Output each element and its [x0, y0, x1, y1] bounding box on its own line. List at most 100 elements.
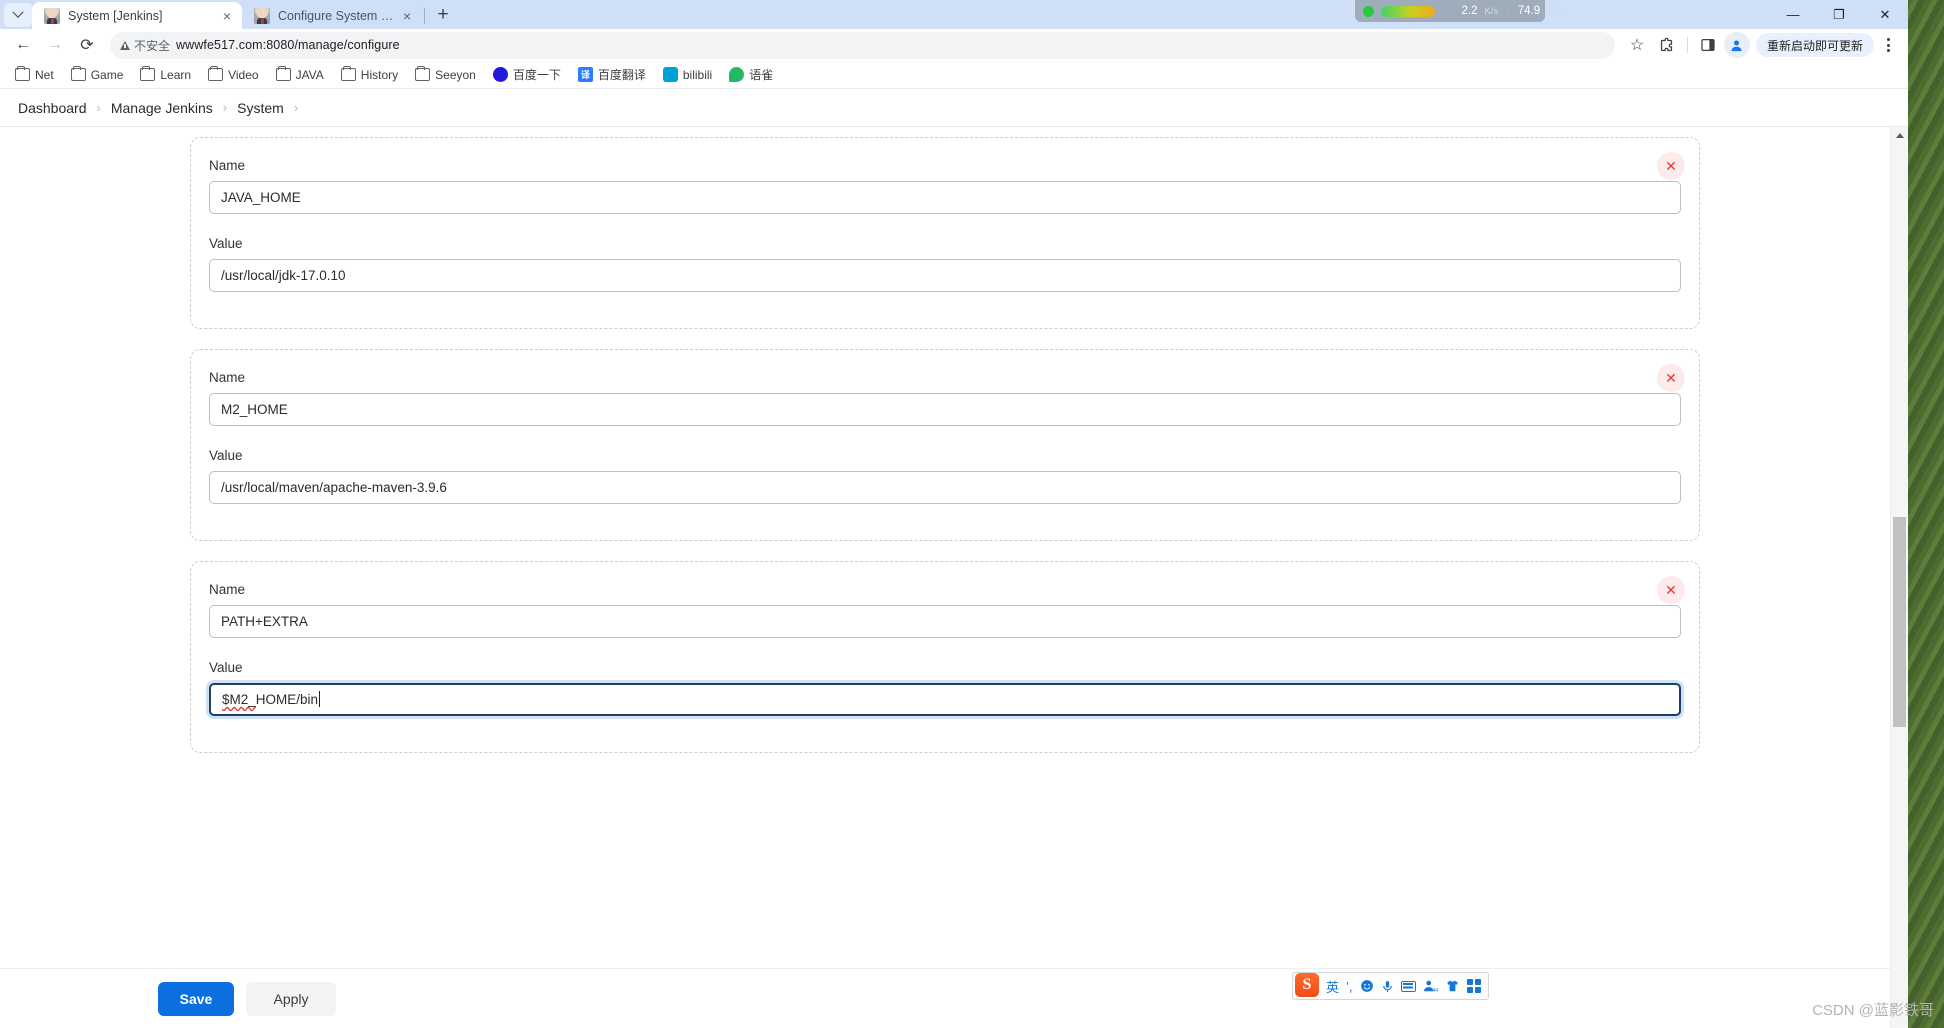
bookmark-history[interactable]: History: [334, 65, 405, 85]
minimize-button[interactable]: —: [1770, 0, 1816, 29]
tab-system-jenkins[interactable]: System [Jenkins] ×: [32, 2, 242, 29]
reload-button[interactable]: ⟳: [72, 30, 102, 60]
breadcrumb-manage-jenkins[interactable]: Manage Jenkins: [111, 100, 213, 116]
url-text: wwwfe517.com:8080/manage/configure: [176, 38, 400, 52]
bookmark-label: 百度一下: [512, 68, 561, 82]
folder-icon: [15, 65, 30, 81]
bookmark-net[interactable]: Net: [8, 65, 61, 85]
address-bar[interactable]: 不安全 wwwfe517.com:8080/manage/configure: [110, 31, 1615, 59]
tab-configure-system-jenkins[interactable]: Configure System [Jenkins] ×: [242, 2, 422, 29]
warning-triangle-icon: [120, 40, 130, 50]
jenkins-favicon: [44, 7, 60, 24]
bookmark-seeyon[interactable]: Seeyon: [408, 65, 483, 85]
bookmark-baidu[interactable]: 百度一下: [486, 63, 568, 86]
folder-icon: [140, 65, 156, 81]
bookmarks-bar: Net Game Learn Video JAVA History Seeyon: [0, 61, 1908, 89]
value-field-label: Value: [209, 236, 243, 251]
bookmark-label: bilibili: [682, 67, 713, 82]
apply-button[interactable]: Apply: [246, 981, 336, 1016]
update-button[interactable]: 重新启动即可更新: [1755, 33, 1874, 57]
profile-avatar[interactable]: [1723, 32, 1750, 58]
delete-entry-button[interactable]: ✕: [1657, 576, 1685, 604]
toolbox-icon[interactable]: [1466, 979, 1481, 993]
name-input[interactable]: JAVA_HOME: [209, 181, 1681, 214]
value-input[interactable]: /usr/local/maven/apache-maven-3.9.6: [209, 471, 1681, 504]
microphone-icon[interactable]: [1381, 979, 1394, 994]
bookmark-baidu-translate[interactable]: 译 百度翻译: [571, 63, 653, 86]
download-speed-unit: K/s: [1547, 5, 1561, 17]
extensions-icon[interactable]: [1653, 31, 1681, 59]
yuque-icon: [729, 67, 745, 82]
bookmark-label: Seeyon: [435, 67, 476, 82]
folder-icon: [275, 65, 291, 81]
emoji-icon[interactable]: [1360, 979, 1374, 993]
close-window-button[interactable]: ✕: [1862, 0, 1908, 29]
browser-toolbar: ← → ⟳ 不安全 wwwfe517.com:8080/manage/confi…: [0, 29, 1908, 61]
skin-icon[interactable]: [1445, 979, 1460, 993]
folder-icon: [415, 65, 431, 81]
jenkins-page: Dashboard › Manage Jenkins › System › ✕ …: [0, 89, 1908, 1028]
new-tab-button[interactable]: +: [430, 2, 456, 28]
browser-menu-icon[interactable]: [1876, 31, 1900, 59]
upload-arrow-icon: ↑: [1449, 5, 1455, 17]
save-button[interactable]: Save: [158, 981, 234, 1016]
breadcrumb-dashboard[interactable]: Dashboard: [18, 100, 87, 116]
env-variables-list: ✕ Name JAVA_HOME Value /usr/local/jdk-17…: [0, 127, 1890, 753]
tab-search-button[interactable]: [4, 3, 32, 27]
bookmark-label: 语雀: [749, 68, 774, 82]
restore-button[interactable]: ❐: [1816, 0, 1862, 29]
bookmark-learn[interactable]: Learn: [133, 65, 198, 85]
delete-entry-button[interactable]: ✕: [1657, 152, 1685, 180]
page-scrollbar[interactable]: [1890, 127, 1908, 1028]
sogou-logo-icon[interactable]: S: [1295, 972, 1319, 997]
misspelled-text: $M2_: [222, 692, 256, 707]
chevron-down-icon: [12, 6, 24, 18]
scrollbar-thumb[interactable]: [1893, 517, 1906, 727]
bookmark-label: Game: [90, 67, 124, 82]
tab-title: Configure System [Jenkins]: [278, 8, 394, 23]
network-speed-monitor[interactable]: ↑ 2.2 K/s ↓ 74.9 K/s: [1355, 0, 1561, 22]
value-input-focused[interactable]: $M2_HOME/bin: [209, 683, 1681, 716]
sogou-ime-toolbar: S 英 ’, 44: [1292, 972, 1489, 1000]
name-input[interactable]: M2_HOME: [209, 393, 1681, 426]
user-icon[interactable]: 44: [1423, 979, 1438, 993]
folder-icon: [70, 65, 86, 81]
bookmark-bilibili[interactable]: bilibili: [656, 64, 719, 85]
bookmark-video[interactable]: Video: [201, 65, 265, 85]
status-dot-icon: [1363, 5, 1374, 17]
baidu-translate-icon: 译: [577, 67, 593, 82]
bookmark-star-icon[interactable]: ☆: [1623, 31, 1651, 59]
bookmark-label: History: [360, 67, 399, 82]
value-text-rest: HOME/bin: [255, 692, 319, 707]
name-input[interactable]: PATH+EXTRA: [209, 605, 1681, 638]
tab-close-icon[interactable]: ×: [218, 7, 236, 25]
forward-button[interactable]: →: [40, 30, 70, 60]
back-button[interactable]: ←: [8, 30, 38, 60]
punctuation-icon[interactable]: ’,: [1346, 979, 1353, 994]
download-arrow-icon: ↓: [1505, 5, 1511, 17]
baidu-icon: [492, 67, 508, 82]
tab-strip: System [Jenkins] × Configure System [Jen…: [0, 0, 1908, 29]
value-field-label: Value: [209, 660, 243, 675]
bookmark-label: JAVA: [295, 67, 324, 82]
csdn-watermark: CSDN @蓝影铁哥: [1812, 1002, 1934, 1019]
breadcrumb-system[interactable]: System: [237, 100, 284, 116]
keyboard-icon[interactable]: [1400, 980, 1416, 992]
delete-entry-button[interactable]: ✕: [1657, 364, 1685, 392]
bookmark-game[interactable]: Game: [64, 65, 131, 85]
side-panel-icon[interactable]: [1694, 31, 1722, 59]
env-variable-entry: ✕ Name JAVA_HOME Value /usr/local/jdk-17…: [190, 137, 1700, 329]
ime-mode-label[interactable]: 英: [1326, 977, 1339, 996]
download-speed-value: 74.9: [1517, 5, 1541, 17]
scroll-up-arrow-icon[interactable]: [1891, 127, 1908, 143]
jenkins-favicon: [254, 7, 270, 24]
folder-icon: [208, 65, 224, 81]
security-indicator[interactable]: 不安全: [120, 37, 170, 54]
breadcrumb: Dashboard › Manage Jenkins › System ›: [0, 89, 1908, 127]
tab-close-icon[interactable]: ×: [398, 7, 416, 25]
bookmark-java[interactable]: JAVA: [269, 65, 331, 85]
env-variable-entry: ✕ Name PATH+EXTRA Value $M2_HOME/bin: [190, 561, 1700, 753]
bookmark-yuque[interactable]: 语雀: [722, 63, 780, 86]
form-action-bar: Save Apply: [0, 968, 1890, 1028]
value-input[interactable]: /usr/local/jdk-17.0.10: [209, 259, 1681, 292]
